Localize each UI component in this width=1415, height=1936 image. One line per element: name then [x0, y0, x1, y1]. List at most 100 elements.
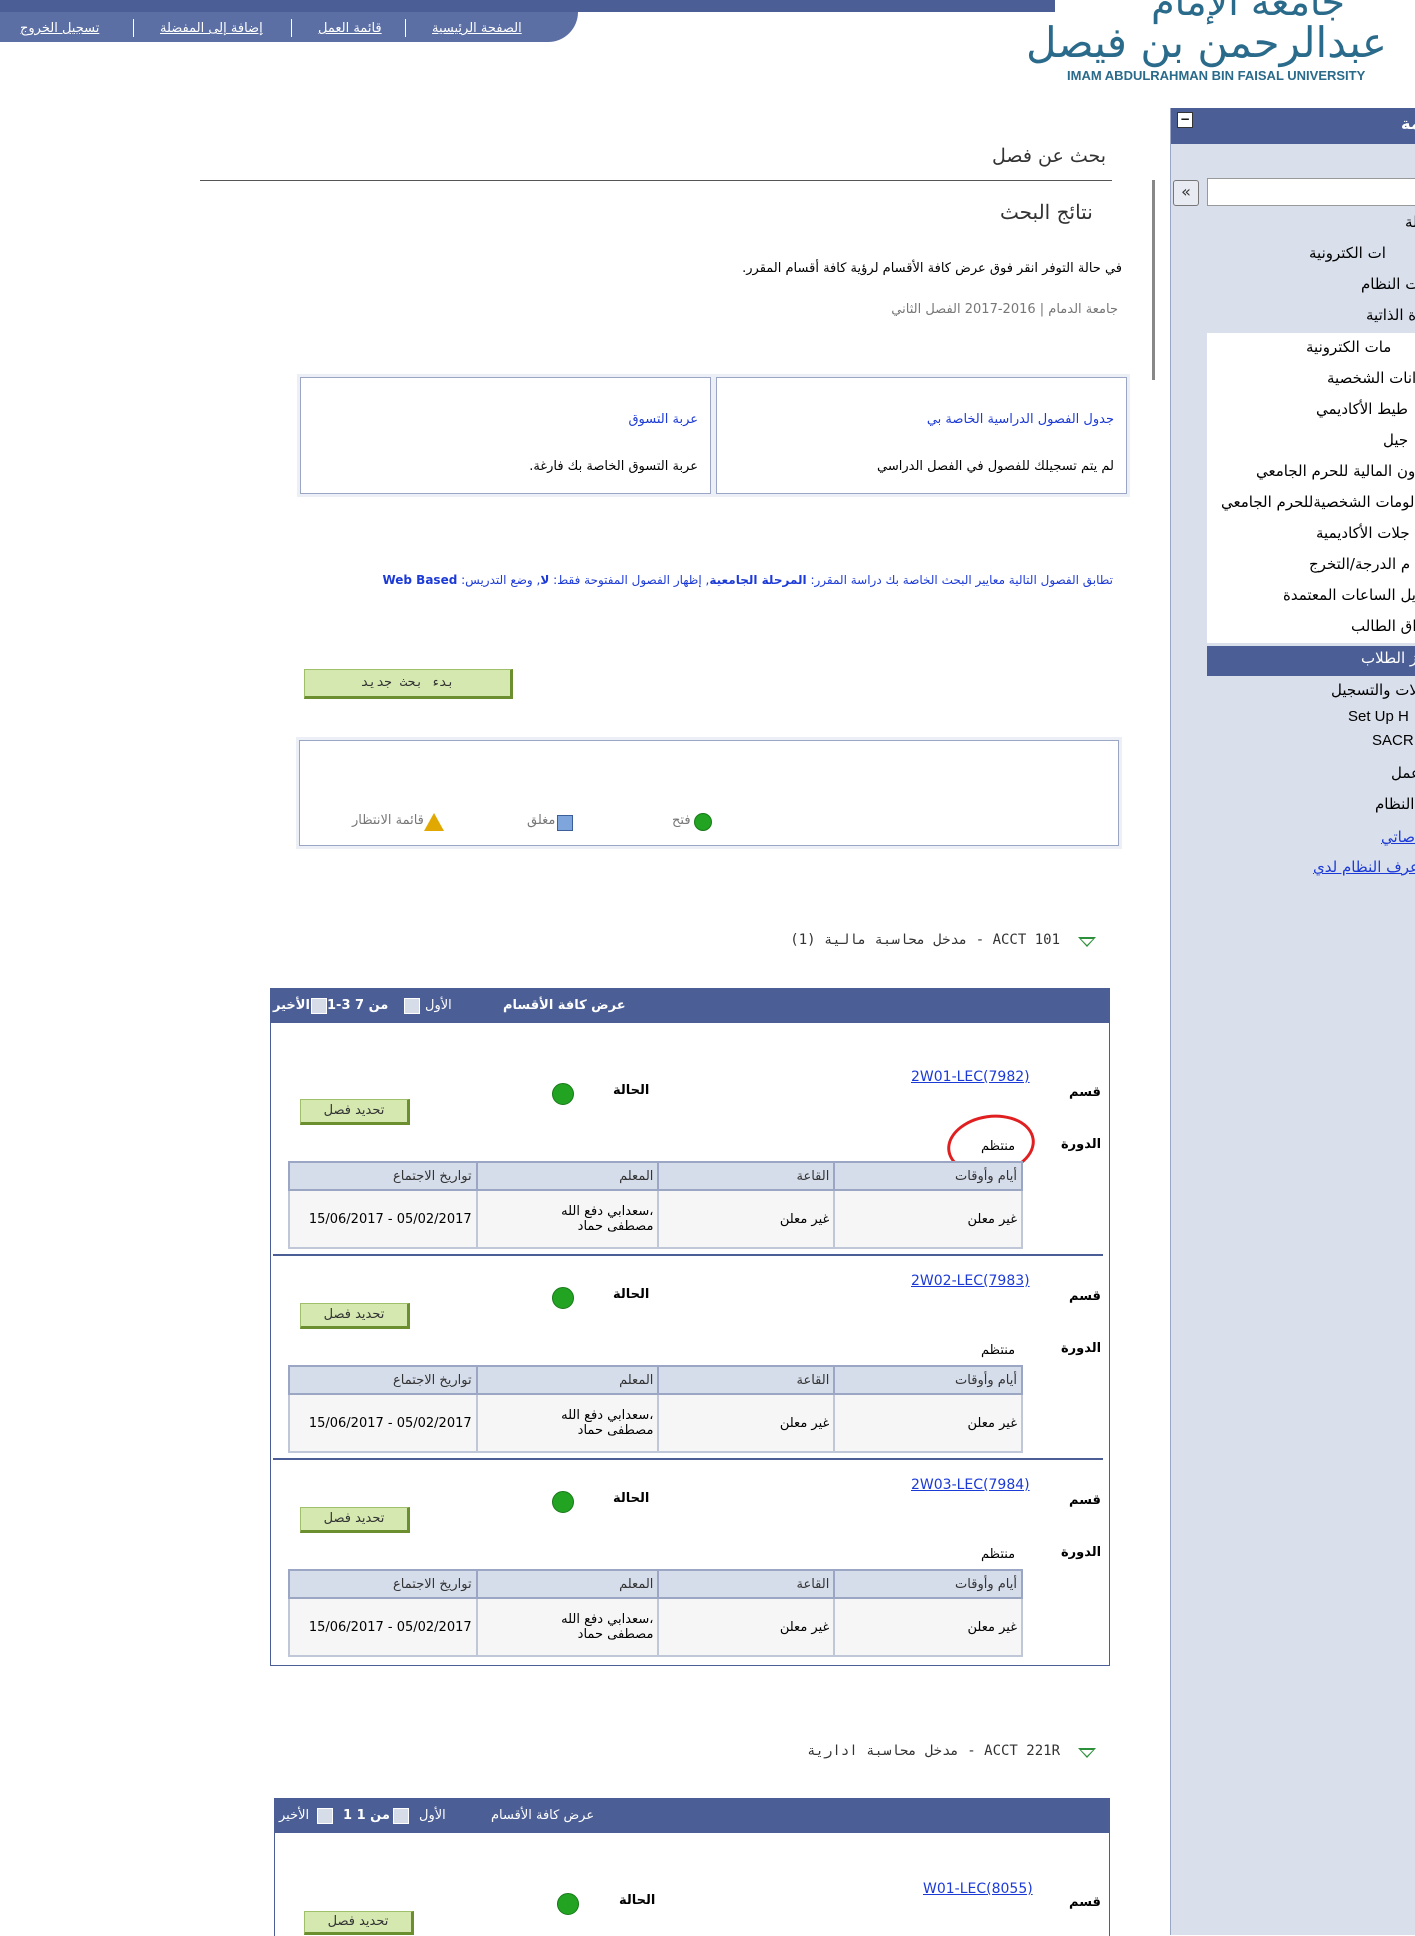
header-days-times: أيام وأوقات	[833, 1569, 1023, 1599]
scrollbar[interactable]	[1152, 180, 1155, 380]
logo-english-name: IMAM ABDULRAHMAN BIN FAISAL UNIVERSITY	[1067, 68, 1366, 83]
first-link[interactable]: الأول	[419, 1808, 446, 1823]
sidebar-item[interactable]: يل الساعات المعتمدة	[1283, 586, 1415, 604]
open-status-icon	[552, 1287, 574, 1309]
section-label: قسم	[1069, 1895, 1101, 1910]
session-value: منتظم	[981, 1343, 1016, 1358]
my-schedule-text: لم يتم تسجيلك للفصول في الفصل الدراسي	[877, 459, 1114, 474]
sidebar-item[interactable]: Set Up H	[1348, 708, 1409, 725]
expand-triangle-icon[interactable]	[1078, 937, 1096, 947]
panel-header: عرض كافة الأقسام الأول 1 من 1 الأخير	[275, 1799, 1109, 1833]
course-title: ACCT 101 - مدخل محاسبة مالية (1)	[790, 932, 1060, 948]
sidebar-item[interactable]: لات والتسجيل	[1331, 681, 1415, 699]
instruction-text: في حالة التوفر انقر فوق عرض كافة الأقسام…	[742, 261, 1122, 276]
status-label: الحالة	[613, 1287, 650, 1302]
home-link[interactable]: الصفحة الرئيسية	[432, 21, 522, 36]
sidebar-item[interactable]: جلات الأكاديمية	[1316, 524, 1410, 542]
view-all-sections-link[interactable]: عرض كافة الأقسام	[503, 998, 626, 1013]
waitlist-status-icon	[424, 813, 444, 831]
open-status-icon	[552, 1083, 574, 1105]
room: غير معلن	[657, 1598, 836, 1657]
sidebar-item[interactable]: ات النظام	[1361, 275, 1415, 293]
sidebar-link[interactable]: عرف النظام لدي	[1313, 858, 1415, 876]
previous-arrow-icon[interactable]	[393, 1808, 409, 1824]
sidebar-item[interactable]: م الدرجة/التخرج	[1309, 555, 1410, 573]
page-title: بحث عن فصل	[992, 145, 1107, 167]
sidebar-link[interactable]: صاتي	[1381, 828, 1415, 846]
instructor-name: سعدابي دفع الله،	[561, 1612, 654, 1627]
status-label: الحالة	[613, 1491, 650, 1506]
sidebar-item[interactable]: ون المالية للحرم الجامعي	[1256, 462, 1415, 480]
search-criteria: تطابق الفصول التالية معايير البحث الخاصة…	[382, 573, 1113, 587]
sidebar-item-selected[interactable]: ز الطلاب	[1361, 649, 1415, 667]
meeting-table: تواريخ الاجتماع المعلم القاعة أيام وأوقا…	[288, 1161, 1023, 1249]
sidebar-item[interactable]: جيل	[1383, 431, 1408, 449]
shopping-cart-link[interactable]: عربة التسوق	[628, 412, 698, 427]
section-label: قسم	[1069, 1493, 1101, 1508]
collapse-icon[interactable]: −	[1177, 112, 1193, 128]
select-class-button[interactable]: تحديد فصل	[300, 1507, 410, 1533]
first-link[interactable]: الأول	[425, 998, 452, 1013]
meeting-table: تواريخ الاجتماع المعلم القاعة أيام وأوقا…	[288, 1365, 1023, 1453]
days-times: غير معلن	[833, 1190, 1023, 1249]
sidebar-item[interactable]: مات الكترونية	[1306, 338, 1391, 356]
instructor-name: مصطفى حماد	[577, 1219, 654, 1234]
sidebar-item[interactable]: ات الكترونية	[1309, 244, 1386, 262]
nav-separator	[133, 19, 134, 37]
view-all-sections-link[interactable]: عرض كافة الأقسام	[491, 1808, 594, 1823]
open-status-icon	[552, 1491, 574, 1513]
sidebar-item[interactable]: لة	[1405, 213, 1415, 231]
logout-link[interactable]: تسجيل الخروج	[20, 21, 99, 36]
section-link[interactable]: W01-LEC(8055)	[923, 1881, 1033, 1897]
legend-closed-label: مغلق	[527, 813, 556, 828]
section-link[interactable]: 2W03-LEC(7984)	[911, 1477, 1030, 1493]
header-meeting-dates: تواريخ الاجتماع	[288, 1569, 478, 1599]
last-link[interactable]: الأخير	[273, 998, 310, 1013]
criteria-open-label: , إظهار الفصول المفتوحة فقط:	[549, 573, 710, 587]
criteria-mode-value: Web Based	[382, 573, 458, 587]
sidebar-item[interactable]: اق الطالب	[1351, 617, 1415, 635]
meeting-table: تواريخ الاجتماع المعلم القاعة أيام وأوقا…	[288, 1569, 1023, 1657]
sidebar-item[interactable]: طيط الأكاديمي	[1316, 400, 1408, 418]
worklist-link[interactable]: قائمة العمل	[318, 21, 382, 36]
session-label: الدورة	[1061, 1545, 1102, 1560]
sidebar-item[interactable]: عمل	[1391, 764, 1415, 782]
next-arrow-icon[interactable]	[317, 1808, 333, 1824]
logo-arabic-name: عبدالرحمن بن فيصل	[1026, 18, 1387, 67]
sidebar-item[interactable]: SACR	[1372, 732, 1414, 749]
select-class-button[interactable]: تحديد فصل	[300, 1099, 410, 1125]
header-meeting-dates: تواريخ الاجتماع	[288, 1161, 478, 1191]
expand-triangle-icon[interactable]	[1078, 1748, 1096, 1758]
instructor-cell: سعدابي دفع الله، مصطفى حماد	[475, 1190, 660, 1249]
open-status-icon	[557, 1893, 579, 1915]
new-search-button[interactable]: بدء بحث جديد	[304, 669, 513, 699]
select-class-button[interactable]: تحديد فصل	[300, 1303, 410, 1329]
header-room: القاعة	[657, 1365, 836, 1395]
instructor-name: سعدابي دفع الله،	[561, 1204, 654, 1219]
nav-separator	[405, 19, 406, 37]
next-arrow-icon[interactable]	[311, 998, 327, 1014]
course-title: ACCT 221R - مدخل محاسبة ادارية	[807, 1743, 1060, 1759]
table-row: 15/06/2017 - 05/02/2017 سعدابي دفع الله،…	[288, 1394, 1023, 1453]
my-schedule-link[interactable]: جدول الفصول الدراسية الخاصة بي	[927, 412, 1114, 427]
double-chevron-left-icon[interactable]: «	[1173, 180, 1199, 206]
section-link[interactable]: 2W01-LEC(7982)	[911, 1069, 1030, 1085]
closed-status-icon	[557, 815, 573, 831]
university-logo: جامعة الإمام عبدالرحمن بن فيصل IMAM ABDU…	[1026, 0, 1395, 98]
criteria-career: المرحلة الجامعية	[709, 573, 807, 587]
sidebar-item[interactable]: النظام	[1375, 795, 1414, 813]
add-to-favorites-link[interactable]: إضافة إلى المفضلة	[160, 21, 263, 36]
select-class-button[interactable]: تحديد فصل	[304, 1911, 414, 1935]
sidebar-item[interactable]: انات الشخصية	[1327, 369, 1415, 387]
sidebar-item[interactable]: لومات الشخصيةللحرم الجامعي	[1221, 493, 1415, 511]
menu-search-input[interactable]	[1207, 178, 1415, 206]
shopping-cart-box: عربة التسوق عربة التسوق الخاصة بك فارغة.	[300, 377, 711, 494]
header-days-times: أيام وأوقات	[833, 1365, 1023, 1395]
section-link[interactable]: 2W02-LEC(7983)	[911, 1273, 1030, 1289]
previous-arrow-icon[interactable]	[404, 998, 420, 1014]
sidebar-item[interactable]: ة الذاتية	[1366, 306, 1415, 324]
table-row: 15/06/2017 - 05/02/2017 سعدابي دفع الله،…	[288, 1190, 1023, 1249]
instructor-cell: سعدابي دفع الله، مصطفى حماد	[475, 1598, 660, 1657]
section-divider	[273, 1254, 1103, 1256]
last-link[interactable]: الأخير	[279, 1808, 309, 1823]
